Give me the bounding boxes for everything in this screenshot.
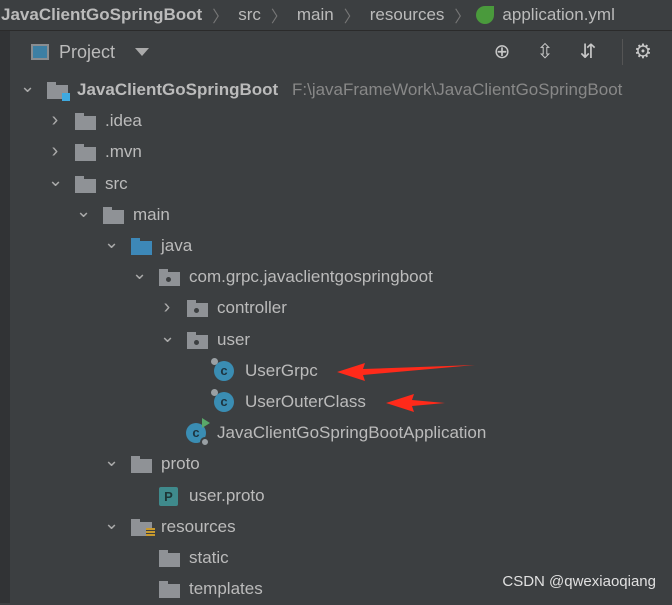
tree-item[interactable]: › .idea	[10, 106, 670, 137]
tree-item-label: static	[189, 548, 229, 567]
divider	[622, 39, 623, 65]
chevron-right-icon[interactable]: ›	[160, 297, 174, 317]
tree-item-label: JavaClientGoSpringBootApplication	[217, 423, 487, 443]
tree-item-label: src	[105, 173, 128, 193]
tree-item-label: .idea	[105, 111, 142, 131]
tree-item[interactable]: › controller	[10, 293, 670, 324]
project-icon	[31, 44, 49, 60]
tree-item-label: java	[161, 236, 193, 255]
tree-item[interactable]: › .mvn	[10, 137, 670, 168]
folder-icon	[159, 581, 180, 599]
chevron-down-icon[interactable]: ⌄	[48, 171, 63, 191]
tree-item[interactable]: ⌄ JavaClientGoSpringBoot F:\javaFrameWork\…	[10, 75, 670, 106]
breadcrumb-separator: 〉	[212, 9, 229, 26]
collapse-all-icon[interactable]: ⇵	[577, 41, 599, 63]
chevron-down-icon[interactable]: ⌄	[20, 77, 35, 97]
breadcrumb-item[interactable]: src	[234, 5, 265, 25]
class-icon: c	[211, 389, 234, 412]
chevron-down-icon[interactable]	[135, 48, 149, 56]
project-path: F:\javaFrameWork\JavaClientGoSpringBoot	[292, 80, 623, 99]
chevron-down-icon[interactable]: ⌄	[104, 451, 119, 471]
tree-item[interactable]: ⌄ proto	[10, 449, 670, 480]
expand-all-icon[interactable]: ⇳	[534, 41, 556, 63]
chevron-down-icon[interactable]: ⌄	[76, 202, 91, 222]
breadcrumb-separator: 〉	[454, 9, 471, 26]
folder-icon	[159, 550, 180, 567]
tree-item-label: .mvn	[105, 142, 142, 162]
tree-item[interactable]: Puser.proto	[10, 481, 670, 512]
project-view-selector[interactable]: Project	[59, 42, 115, 63]
breadcrumb-item[interactable]: resources	[366, 5, 449, 25]
module-folder-icon	[47, 82, 70, 101]
breadcrumb-item[interactable]: JavaClientGoSpringBoot	[0, 5, 206, 25]
chevron-down-icon[interactable]: ⌄	[132, 264, 147, 284]
breadcrumb-separator: 〉	[270, 9, 287, 26]
folder-icon	[75, 144, 96, 162]
tree-item[interactable]: ⌄ user	[10, 325, 670, 356]
tree-item-label: main	[133, 204, 170, 224]
breadcrumb-item[interactable]: application.yml	[498, 5, 618, 25]
package-icon	[159, 269, 180, 287]
breadcrumb: JavaClientGoSpringBoot 〉 src 〉 main 〉 resource…	[0, 0, 672, 31]
package-icon	[187, 300, 208, 318]
tree-item-label: proto	[161, 454, 200, 474]
tree-item[interactable]: c UserOuterClass	[10, 387, 670, 418]
spring-config-icon	[476, 6, 495, 24]
watermark: CSDN @qwexiaoqiang	[502, 573, 656, 590]
tree-item-label: user	[217, 329, 251, 349]
project-panel-header: Project ⊕ ⇳ ⇵ ⚙	[10, 31, 672, 73]
breadcrumb-item[interactable]: main	[293, 5, 338, 25]
class-icon: c	[211, 357, 234, 381]
tree-item[interactable]: ⌄ com.grpc.javaclientgospringboot	[10, 262, 670, 293]
folder-icon	[75, 113, 96, 131]
folder-icon	[103, 206, 124, 224]
folder-icon	[75, 175, 96, 193]
tree-item[interactable]: ⌄ src	[10, 169, 670, 200]
tree-item-label: user.proto	[189, 485, 265, 505]
tree-item-label: resources	[161, 516, 236, 536]
tree-item[interactable]: ⌄ main	[10, 200, 670, 231]
tree-item[interactable]: c UserGrpc	[10, 356, 670, 387]
chevron-down-icon[interactable]: ⌄	[160, 327, 175, 347]
tree-item[interactable]: c JavaClientGoSpringBootApplication	[10, 418, 670, 449]
tool-window-strip	[0, 31, 10, 603]
locate-icon[interactable]: ⊕	[491, 41, 513, 63]
tree-item-label: com.grpc.javaclientgospringboot	[189, 267, 433, 287]
breadcrumb-separator: 〉	[343, 9, 360, 26]
tree-item[interactable]: ⌄ java	[10, 231, 670, 262]
chevron-right-icon[interactable]: ›	[48, 110, 62, 130]
tree-item-label: UserOuterClass	[245, 392, 366, 411]
chevron-down-icon[interactable]: ⌄	[104, 233, 119, 253]
resources-folder-icon	[131, 518, 155, 537]
chevron-right-icon[interactable]: ›	[48, 141, 62, 161]
tree-item[interactable]: ⌄ resources	[10, 512, 670, 543]
tree-item-label: UserGrpc	[245, 360, 318, 380]
gear-icon[interactable]: ⚙	[632, 41, 654, 63]
tree-item[interactable]: static	[10, 543, 670, 574]
package-icon	[187, 331, 208, 349]
folder-icon	[131, 456, 152, 474]
source-folder-icon	[131, 238, 152, 255]
tree-item-label: templates	[189, 579, 263, 599]
tree-item-label: JavaClientGoSpringBoot	[77, 80, 279, 99]
spring-boot-class-icon: c	[186, 418, 210, 448]
tree-item-label: controller	[217, 298, 287, 318]
chevron-down-icon[interactable]: ⌄	[104, 514, 119, 534]
proto-file-icon: P	[159, 486, 178, 506]
